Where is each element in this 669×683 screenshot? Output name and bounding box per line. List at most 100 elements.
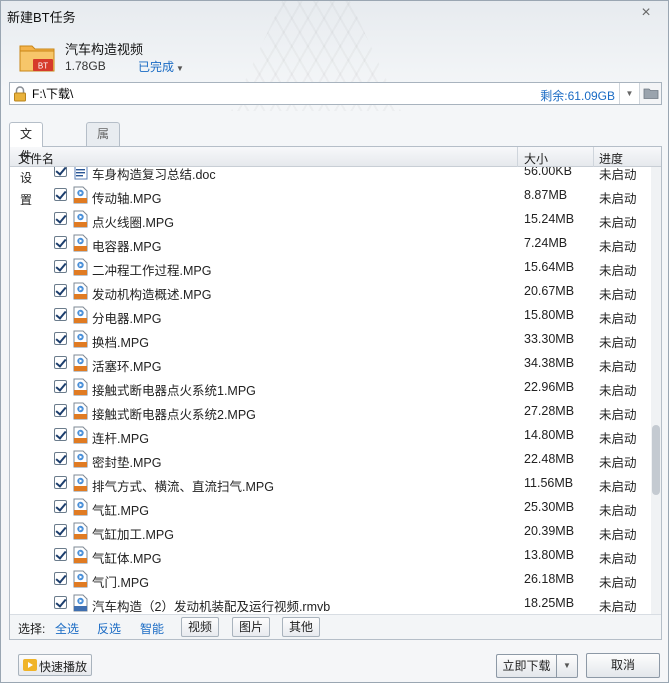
file-name: 车身构造复习总结.doc [92,168,216,182]
file-row[interactable]: 传动轴.MPG 8.87MB 未启动 [10,183,651,207]
file-name: 接触式断电器点火系统2.MPG [92,408,256,422]
video-file-icon [73,378,88,396]
file-list: 车身构造复习总结.doc 56.00KB 未启动 传动轴.MPG 8.87MB 未启动 点火… [10,167,651,614]
file-size: 27.28MB [524,404,575,418]
file-progress: 未启动 [599,312,637,326]
file-name: 发动机构造概述.MPG [92,288,212,302]
file-checkbox[interactable] [54,284,67,297]
file-name: 排气方式、横流、直流扫气.MPG [92,480,274,494]
file-list-rows: 车身构造复习总结.doc 56.00KB 未启动 传动轴.MPG 8.87MB 未启动 点火… [10,167,651,614]
close-icon[interactable]: × [638,5,654,21]
column-divider[interactable] [593,147,594,167]
cancel-button[interactable]: 取消 [586,653,660,678]
file-size: 56.00KB [524,167,572,178]
file-row[interactable]: 气门.MPG 26.18MB 未启动 [10,567,651,591]
selection-bar: 选择: 全选 反选 智能 视频 图片 其他 [10,614,661,639]
task-status-dropdown[interactable]: 已完成 ▼ [138,58,184,75]
save-path-input[interactable] [32,84,332,103]
file-checkbox[interactable] [54,236,67,249]
file-checkbox[interactable] [54,428,67,441]
file-progress: 未启动 [599,456,637,470]
file-row[interactable]: 气缸.MPG 25.30MB 未启动 [10,495,651,519]
column-header-progress[interactable]: 进度 [599,150,623,167]
file-checkbox[interactable] [54,500,67,513]
bt-folder-icon: BT [19,45,55,72]
file-size: 15.24MB [524,212,575,226]
file-checkbox[interactable] [54,548,67,561]
file-size: 11.56MB [524,476,574,490]
chevron-down-icon: ▼ [176,64,184,73]
file-progress: 未启动 [599,576,637,590]
invert-selection-link[interactable]: 反选 [97,620,121,637]
file-row[interactable]: 发动机构造概述.MPG 20.67MB 未启动 [10,279,651,303]
file-checkbox[interactable] [54,188,67,201]
file-checkbox[interactable] [54,356,67,369]
path-history-dropdown[interactable]: ▼ [619,83,639,104]
file-row[interactable]: 密封垫.MPG 22.48MB 未启动 [10,447,651,471]
file-row[interactable]: 分电器.MPG 15.80MB 未启动 [10,303,651,327]
file-size: 25.30MB [524,500,575,514]
quick-play-button[interactable]: 快速播放 [18,654,92,676]
select-image-button[interactable]: 图片 [232,617,271,637]
file-progress: 未启动 [599,432,637,446]
file-row[interactable]: 汽车构造（2）发动机装配及运行视频.rmvb 18.25MB 未启动 [10,591,651,614]
file-row[interactable]: 活塞环.MPG 34.38MB 未启动 [10,351,651,375]
download-options-dropdown[interactable]: ▼ [556,654,578,678]
tab-property-settings[interactable]: 属性设置 [86,122,121,207]
file-size: 15.64MB [524,260,575,274]
file-progress: 未启动 [599,336,637,350]
file-checkbox[interactable] [54,308,67,321]
download-now-button[interactable]: 立即下载 [496,654,556,678]
select-other-button[interactable]: 其他 [282,617,321,637]
quick-play-label: 快速播放 [39,660,88,674]
file-list-scrollbar[interactable] [651,167,661,614]
file-size: 14.80MB [524,428,575,442]
video-file-icon [73,282,88,300]
file-row[interactable]: 排气方式、横流、直流扫气.MPG 11.56MB 未启动 [10,471,651,495]
file-size: 22.48MB [524,452,575,466]
file-name: 接触式断电器点火系统1.MPG [92,384,256,398]
file-progress: 未启动 [599,384,637,398]
file-checkbox[interactable] [54,332,67,345]
file-row[interactable]: 换档.MPG 33.30MB 未启动 [10,327,651,351]
select-video-button[interactable]: 视频 [181,617,220,637]
file-row[interactable]: 接触式断电器点火系统2.MPG 27.28MB 未启动 [10,399,651,423]
file-row[interactable]: 气缸体.MPG 13.80MB 未启动 [10,543,651,567]
video-file-icon [73,522,88,540]
column-divider[interactable] [517,147,518,167]
file-progress: 未启动 [599,192,637,206]
smart-selection-link[interactable]: 智能 [140,620,164,637]
bt-task-dialog: 新建BT任务 × BT 汽车构造视频 1.78GB 已完成▼ 剩余:61.09G… [0,0,669,683]
file-size: 13.80MB [524,548,575,562]
file-checkbox[interactable] [54,476,67,489]
file-row[interactable]: 电容器.MPG 7.24MB 未启动 [10,231,651,255]
video-file-icon [73,402,88,420]
file-row[interactable]: 点火线圈.MPG 15.24MB 未启动 [10,207,651,231]
file-checkbox[interactable] [54,260,67,273]
column-header-size[interactable]: 大小 [524,150,548,167]
file-name: 气门.MPG [92,576,149,590]
video-file-icon [73,474,88,492]
file-checkbox[interactable] [54,167,67,177]
video-file-icon [73,570,88,588]
file-checkbox[interactable] [54,212,67,225]
file-row[interactable]: 接触式断电器点火系统1.MPG 22.96MB 未启动 [10,375,651,399]
select-all-link[interactable]: 全选 [55,620,79,637]
file-row[interactable]: 二冲程工作过程.MPG 15.64MB 未启动 [10,255,651,279]
window-title: 新建BT任务 [7,10,76,25]
browse-folder-button[interactable] [639,83,661,104]
file-row[interactable]: 车身构造复习总结.doc 56.00KB 未启动 [10,167,651,183]
document-file-icon [74,167,88,180]
video-file-icon [73,186,88,204]
file-checkbox[interactable] [54,452,67,465]
file-checkbox[interactable] [54,380,67,393]
file-checkbox[interactable] [54,572,67,585]
scrollbar-thumb[interactable] [652,425,660,495]
file-row[interactable]: 连杆.MPG 14.80MB 未启动 [10,423,651,447]
tab-file-settings[interactable]: 文件设置 [9,122,44,207]
file-checkbox[interactable] [54,524,67,537]
file-checkbox[interactable] [54,404,67,417]
file-checkbox[interactable] [54,596,67,609]
file-row[interactable]: 气缸加工.MPG 20.39MB 未启动 [10,519,651,543]
video-file-icon [73,258,88,276]
